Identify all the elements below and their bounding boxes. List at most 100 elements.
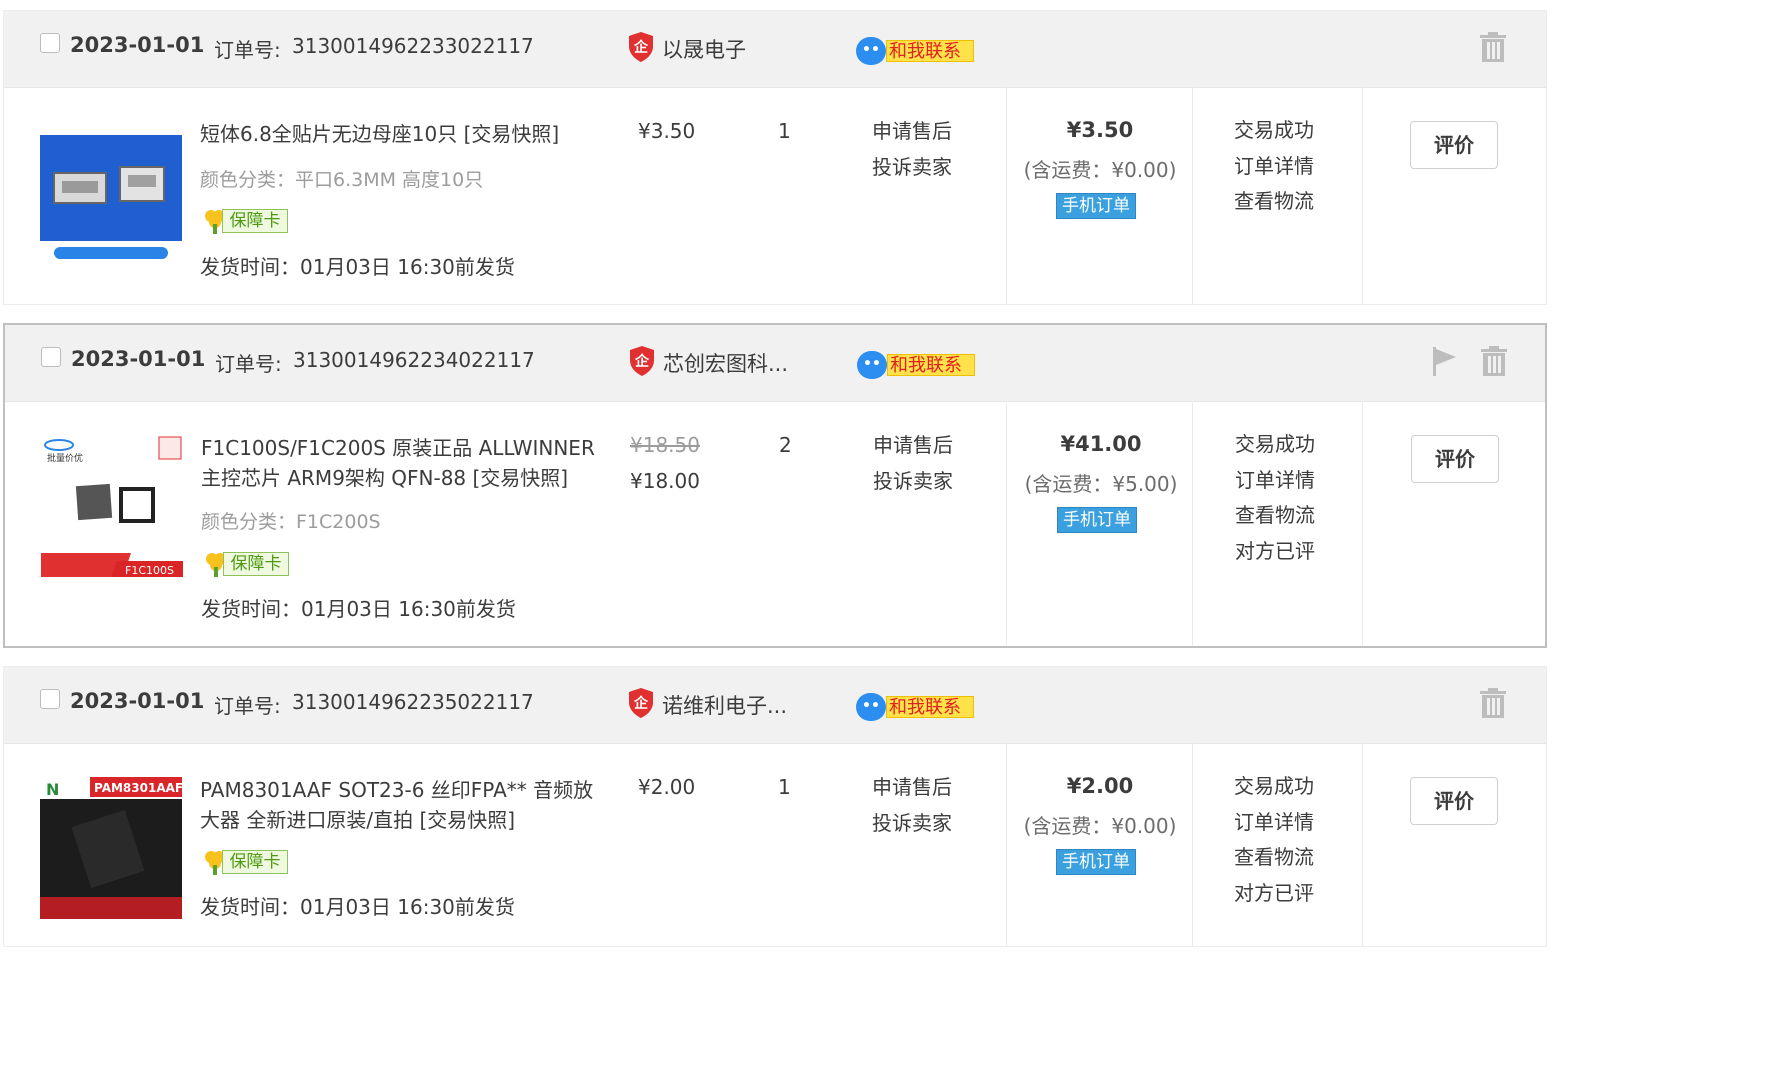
enterprise-shield-icon: 企 xyxy=(629,688,653,718)
shop-name-link[interactable]: 以晟电子 xyxy=(662,34,746,64)
guarantee-badge[interactable]: 保障卡 xyxy=(202,848,290,876)
order-number-label: 订单号: xyxy=(215,352,282,376)
order-checkbox[interactable] xyxy=(40,33,60,53)
order-total: ¥41.00 xyxy=(1060,432,1142,456)
order-details-link[interactable]: 订单详情 xyxy=(1235,463,1315,499)
order-card: 2023-01-01 订单号: 3130014962233022117 企 以晟… xyxy=(3,10,1547,305)
status-list: 交易成功 订单详情 查看物流 对方已评 xyxy=(1234,769,1314,911)
guarantee-label: 保障卡 xyxy=(222,850,288,874)
product-title-link[interactable]: F1C100S/F1C200S 原装正品 ALLWINNER 主控芯片 ARM9… xyxy=(201,433,601,493)
ship-time: 发货时间：01月03日 16:30前发货 xyxy=(200,255,515,279)
complain-seller-link[interactable]: 投诉卖家 xyxy=(872,149,952,185)
buyer-reviewed-link[interactable]: 对方已评 xyxy=(1234,876,1314,912)
svg-text:企: 企 xyxy=(634,353,650,370)
order-details-link[interactable]: 订单详情 xyxy=(1234,805,1314,841)
trade-status: 交易成功 xyxy=(1235,432,1315,456)
contact-seller-button[interactable]: •• 和我联系 xyxy=(857,351,975,379)
mobile-order-badge: 手机订单 xyxy=(1057,507,1137,533)
quantity: 1 xyxy=(778,775,791,799)
order-checkbox[interactable] xyxy=(40,689,60,709)
guarantee-badge[interactable]: 保障卡 xyxy=(203,550,291,578)
product-variant: 颜色分类：平口6.3MM 高度10只 xyxy=(200,169,484,191)
order-details-link[interactable]: 订单详情 xyxy=(1234,149,1314,185)
mobile-order-badge: 手机订单 xyxy=(1056,849,1136,875)
column-divider xyxy=(1362,401,1363,646)
enterprise-shield-icon: 企 xyxy=(629,32,653,62)
thumb-tag-text: F1C100S xyxy=(125,564,174,577)
column-divider xyxy=(1006,401,1007,646)
order-number: 3130014962235022117 xyxy=(292,690,534,714)
guarantee-label: 保障卡 xyxy=(222,209,288,233)
svg-text:企: 企 xyxy=(633,695,649,712)
guarantee-badge[interactable]: 保障卡 xyxy=(202,207,290,235)
trade-status: 交易成功 xyxy=(1234,118,1314,142)
shop-name-link[interactable]: 诺维利电子... xyxy=(662,690,787,720)
svg-text:N: N xyxy=(46,780,59,799)
unit-price: ¥2.00 xyxy=(638,775,696,799)
order-checkbox[interactable] xyxy=(41,347,61,367)
order-card: 2023-01-01 订单号: 3130014962234022117 企 芯创… xyxy=(3,323,1547,648)
order-date: 2023-01-01 xyxy=(71,347,206,371)
order-number-label: 订单号: xyxy=(214,694,281,718)
order-card: 2023-01-01 订单号: 3130014962235022117 企 诺维… xyxy=(3,666,1547,947)
product-thumbnail[interactable] xyxy=(40,135,182,277)
product-title-link[interactable]: PAM8301AAF SOT23-6 丝印FPA** 音频放大器 全新进口原装/… xyxy=(200,775,600,835)
status-list: 交易成功 订单详情 查看物流 xyxy=(1234,113,1314,220)
product-thumbnail[interactable]: N PAM8301AAF xyxy=(40,777,182,919)
guarantee-label: 保障卡 xyxy=(223,552,289,576)
product-title-link[interactable]: 短体6.8全贴片无边母座10只 [交易快照] xyxy=(200,119,600,149)
order-total: ¥2.00 xyxy=(1066,774,1134,798)
flag-icon[interactable] xyxy=(1429,345,1459,377)
contact-seller-button[interactable]: •• 和我联系 xyxy=(856,693,974,721)
rate-button[interactable]: 评价 xyxy=(1411,435,1499,483)
column-divider xyxy=(1362,743,1363,946)
enterprise-shield-icon: 企 xyxy=(630,346,654,376)
unit-price: ¥18.00 xyxy=(630,469,700,493)
rate-button[interactable]: 评价 xyxy=(1410,121,1498,169)
order-header: 2023-01-01 订单号: 3130014962233022117 企 以晟… xyxy=(4,11,1546,88)
chat-bubble-icon: •• xyxy=(856,37,886,65)
order-number: 3130014962233022117 xyxy=(292,34,534,58)
status-list: 交易成功 订单详情 查看物流 对方已评 xyxy=(1235,427,1315,569)
shipping-fee: (含运费：¥0.00) xyxy=(1023,814,1177,838)
mobile-order-badge: 手机订单 xyxy=(1056,193,1136,219)
complain-seller-link[interactable]: 投诉卖家 xyxy=(872,805,952,841)
complain-seller-link[interactable]: 投诉卖家 xyxy=(873,463,953,499)
order-date: 2023-01-01 xyxy=(70,689,205,713)
contact-seller-label: 和我联系 xyxy=(886,40,974,62)
buyer-reviewed-link[interactable]: 对方已评 xyxy=(1235,534,1315,570)
chat-bubble-icon: •• xyxy=(856,693,886,721)
column-divider xyxy=(1362,87,1363,304)
apply-after-sale-link[interactable]: 申请售后 xyxy=(872,113,952,149)
shop-name-link[interactable]: 芯创宏图科... xyxy=(663,348,788,378)
quantity: 2 xyxy=(779,433,792,457)
view-logistics-link[interactable]: 查看物流 xyxy=(1235,498,1315,534)
order-header: 2023-01-01 订单号: 3130014962235022117 企 诺维… xyxy=(4,667,1546,744)
trash-icon[interactable] xyxy=(1478,31,1508,63)
apply-after-sale-link[interactable]: 申请售后 xyxy=(873,427,953,463)
chat-bubble-icon: •• xyxy=(857,351,887,379)
thumb-label-text: PAM8301AAF xyxy=(94,781,182,795)
unit-price: ¥3.50 xyxy=(638,119,696,143)
trash-icon[interactable] xyxy=(1479,345,1509,377)
ship-time: 发货时间：01月03日 16:30前发货 xyxy=(200,895,515,919)
order-header: 2023-01-01 订单号: 3130014962234022117 企 芯创… xyxy=(5,325,1545,402)
apply-after-sale-link[interactable]: 申请售后 xyxy=(872,769,952,805)
product-thumbnail[interactable]: 批量价优 F1C100S xyxy=(41,435,183,577)
rate-button[interactable]: 评价 xyxy=(1410,777,1498,825)
order-number-label: 订单号: xyxy=(214,38,281,62)
view-logistics-link[interactable]: 查看物流 xyxy=(1234,840,1314,876)
shipping-fee: (含运费：¥0.00) xyxy=(1023,158,1177,182)
ship-time: 发货时间：01月03日 16:30前发货 xyxy=(201,597,516,621)
order-number: 3130014962234022117 xyxy=(293,348,535,372)
contact-seller-button[interactable]: •• 和我联系 xyxy=(856,37,974,65)
contact-seller-label: 和我联系 xyxy=(886,696,974,718)
trash-icon[interactable] xyxy=(1478,687,1508,719)
order-date: 2023-01-01 xyxy=(70,33,205,57)
order-total: ¥3.50 xyxy=(1066,118,1134,142)
product-variant: 颜色分类：F1C200S xyxy=(201,511,381,533)
quantity: 1 xyxy=(778,119,791,143)
shipping-fee: (含运费：¥5.00) xyxy=(1024,472,1178,496)
view-logistics-link[interactable]: 查看物流 xyxy=(1234,184,1314,220)
contact-seller-label: 和我联系 xyxy=(887,354,975,376)
